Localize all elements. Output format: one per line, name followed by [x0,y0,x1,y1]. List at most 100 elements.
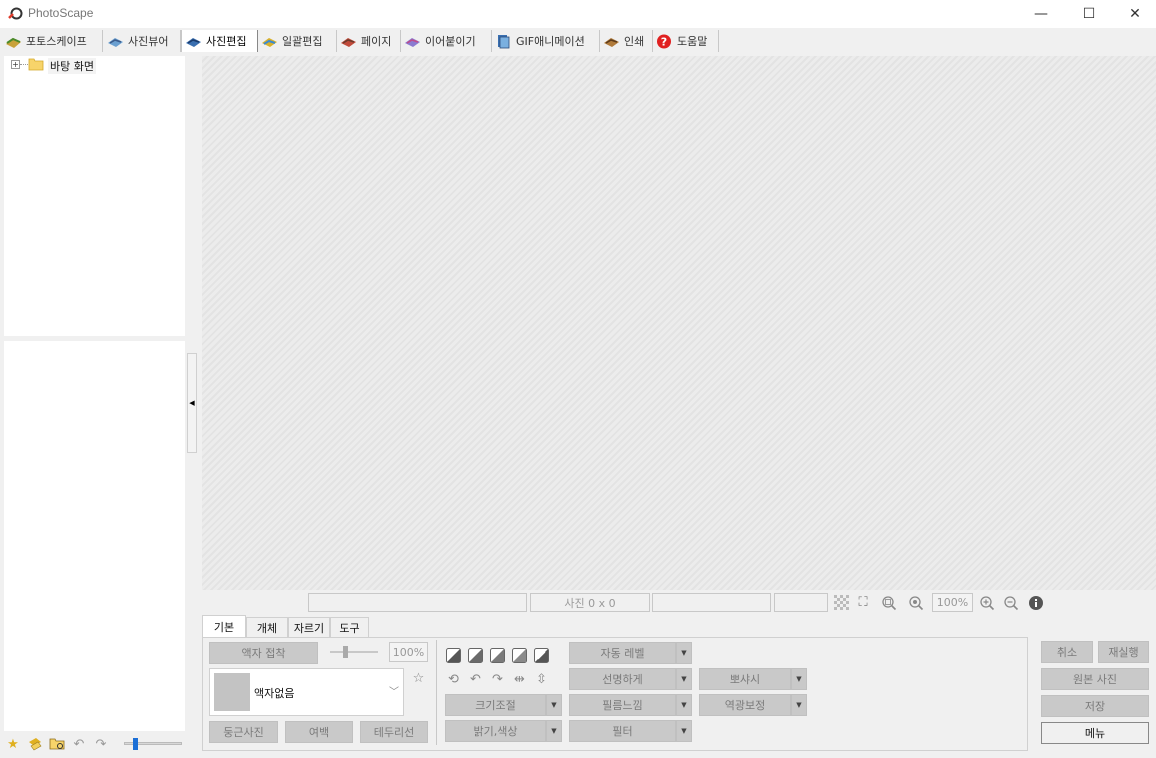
editor-canvas[interactable] [202,56,1156,590]
border-line-button[interactable]: 테두리선 [360,721,428,743]
forward-arrow-icon[interactable]: ↷ [92,736,110,752]
tab-crop[interactable]: 자르기 [288,617,330,637]
flip-vertical-icon[interactable]: ⇳ [533,671,550,688]
svg-text:?: ? [661,35,667,48]
backlight-button[interactable]: 뽀샤시 [699,668,791,690]
tone-auto-icon[interactable] [533,647,550,664]
left-toolbar: ★ ↶ ↷ [4,734,185,754]
opacity-slider-thumb[interactable] [343,646,348,658]
rotate-right-icon[interactable]: ↷ [489,671,506,688]
filter-dropdown[interactable]: ▼ [676,720,692,742]
tab-object[interactable]: 개체 [246,617,288,637]
auto-level-button[interactable]: 자동 레벨 [569,642,676,664]
undo-button[interactable]: 취소 [1041,641,1093,663]
original-photo-button[interactable]: 원본 사진 [1041,668,1149,690]
tone-light-icon[interactable] [511,647,528,664]
folder-tree[interactable]: + 바탕 화면 [4,56,185,336]
tone-medium-dark-icon[interactable] [467,647,484,664]
zoom-fit-icon[interactable] [907,594,925,611]
folder-icon [28,58,44,71]
frame-opacity-slider[interactable] [330,646,378,658]
page-icon [341,37,356,47]
frame-select-dropdown[interactable]: 액자없음 ﹀ [209,668,404,716]
tab-gif-animation[interactable]: GIF애니메이션 [492,30,600,52]
filter-button[interactable]: 필터 [569,720,676,742]
frame-select-label: 액자없음 [254,687,295,700]
auto-level-dropdown[interactable]: ▼ [676,642,692,664]
tree-expand-toggle[interactable]: + [11,60,20,69]
fit-to-window-icon[interactable]: ⛶ [854,594,872,611]
refresh-folders-icon[interactable] [26,736,44,752]
chevron-down-icon: ﹀ [389,687,399,698]
tab-photo-editor[interactable]: 사진편집 [181,30,258,52]
status-filename [308,593,527,612]
margin-button[interactable]: 여백 [285,721,353,743]
frame-preview [214,673,250,711]
favorite-frame-star-icon[interactable]: ☆ [410,670,427,687]
editor-icon [186,37,201,47]
menu-button[interactable]: 메뉴 [1041,722,1149,744]
title-bar: PhotoScape — ☐ ✕ [0,0,1156,28]
help-icon: ? [657,34,671,48]
photoscape-window: PhotoScape — ☐ ✕ 포토스케이프 사진뷰어 사진편집 일괄편집 페… [0,0,1156,758]
tab-combine[interactable]: 이어붙이기 [401,30,492,52]
film-effect-dropdown[interactable]: ▼ [676,694,692,716]
thumbnail-size-slider[interactable] [124,738,182,750]
favorite-star-icon[interactable]: ★ [4,736,22,752]
info-icon[interactable] [1027,594,1045,611]
round-photo-button[interactable]: 둥근사진 [209,721,278,743]
slider-thumb[interactable] [133,738,138,750]
tab-batch-editor[interactable]: 일괄편집 [258,30,337,52]
minimize-button[interactable]: — [1018,0,1064,28]
redo-button[interactable]: 재실행 [1098,641,1149,663]
frame-opacity-value: 100% [389,642,428,662]
rotate-left-icon[interactable]: ↶ [467,671,484,688]
photoscape-home-icon [6,37,21,48]
resize-button[interactable]: 크기조절 [445,694,546,716]
panel-collapse-handle[interactable]: ◀ [187,353,197,453]
viewer-icon [108,37,123,47]
frame-attach-button[interactable]: 액자 접착 [209,642,318,664]
brightness-color-dropdown[interactable]: ▼ [546,720,562,742]
collapse-arrow-icon: ◀ [189,399,195,407]
tab-photo-viewer[interactable]: 사진뷰어 [104,30,181,52]
open-folder-icon[interactable] [48,736,66,752]
tab-basic[interactable]: 기본 [202,615,246,637]
photoscape-logo-icon [8,7,23,20]
tab-print[interactable]: 인쇄 [600,30,653,52]
thumbnail-list[interactable] [4,341,185,731]
maximize-button[interactable]: ☐ [1066,0,1112,28]
print-icon [604,37,619,47]
backlight-correction-button[interactable]: 역광보정 [699,694,791,716]
combine-icon [405,37,420,47]
zoom-in-icon[interactable] [978,594,996,611]
sharpen-button[interactable]: 선명하게 [569,668,676,690]
save-button[interactable]: 저장 [1041,695,1149,717]
tone-medium-icon[interactable] [489,647,506,664]
straighten-icon[interactable]: ⟲ [445,671,462,688]
tree-node-desktop[interactable]: 바탕 화면 [48,58,96,74]
back-arrow-icon[interactable]: ↶ [70,736,88,752]
close-button[interactable]: ✕ [1112,0,1156,28]
brightness-color-button[interactable]: 밝기,색상 [445,720,546,742]
backlight-dropdown[interactable]: ▼ [791,668,807,690]
tab-help[interactable]: ? 도움말 [653,30,719,52]
zoom-level: 100% [932,593,973,612]
sharpen-dropdown[interactable]: ▼ [676,668,692,690]
window-title: PhotoScape [28,6,94,20]
batch-icon [262,37,277,47]
resize-dropdown[interactable]: ▼ [546,694,562,716]
gif-icon [498,34,510,48]
zoom-out-icon[interactable] [1002,594,1020,611]
tab-page[interactable]: 페이지 [337,30,401,52]
tab-photoscape[interactable]: 포토스케이프 [2,30,103,52]
transparency-grid-icon[interactable] [832,594,850,611]
tab-tools[interactable]: 도구 [330,617,369,637]
actual-size-icon[interactable] [880,594,898,611]
backlight-correction-dropdown[interactable]: ▼ [791,694,807,716]
flip-horizontal-icon[interactable]: ⇹ [511,671,528,688]
status-extra [774,593,828,612]
status-photo-size: 사진 0 x 0 [530,593,650,612]
film-effect-button[interactable]: 필름느낌 [569,694,676,716]
tone-dark-icon[interactable] [445,647,462,664]
